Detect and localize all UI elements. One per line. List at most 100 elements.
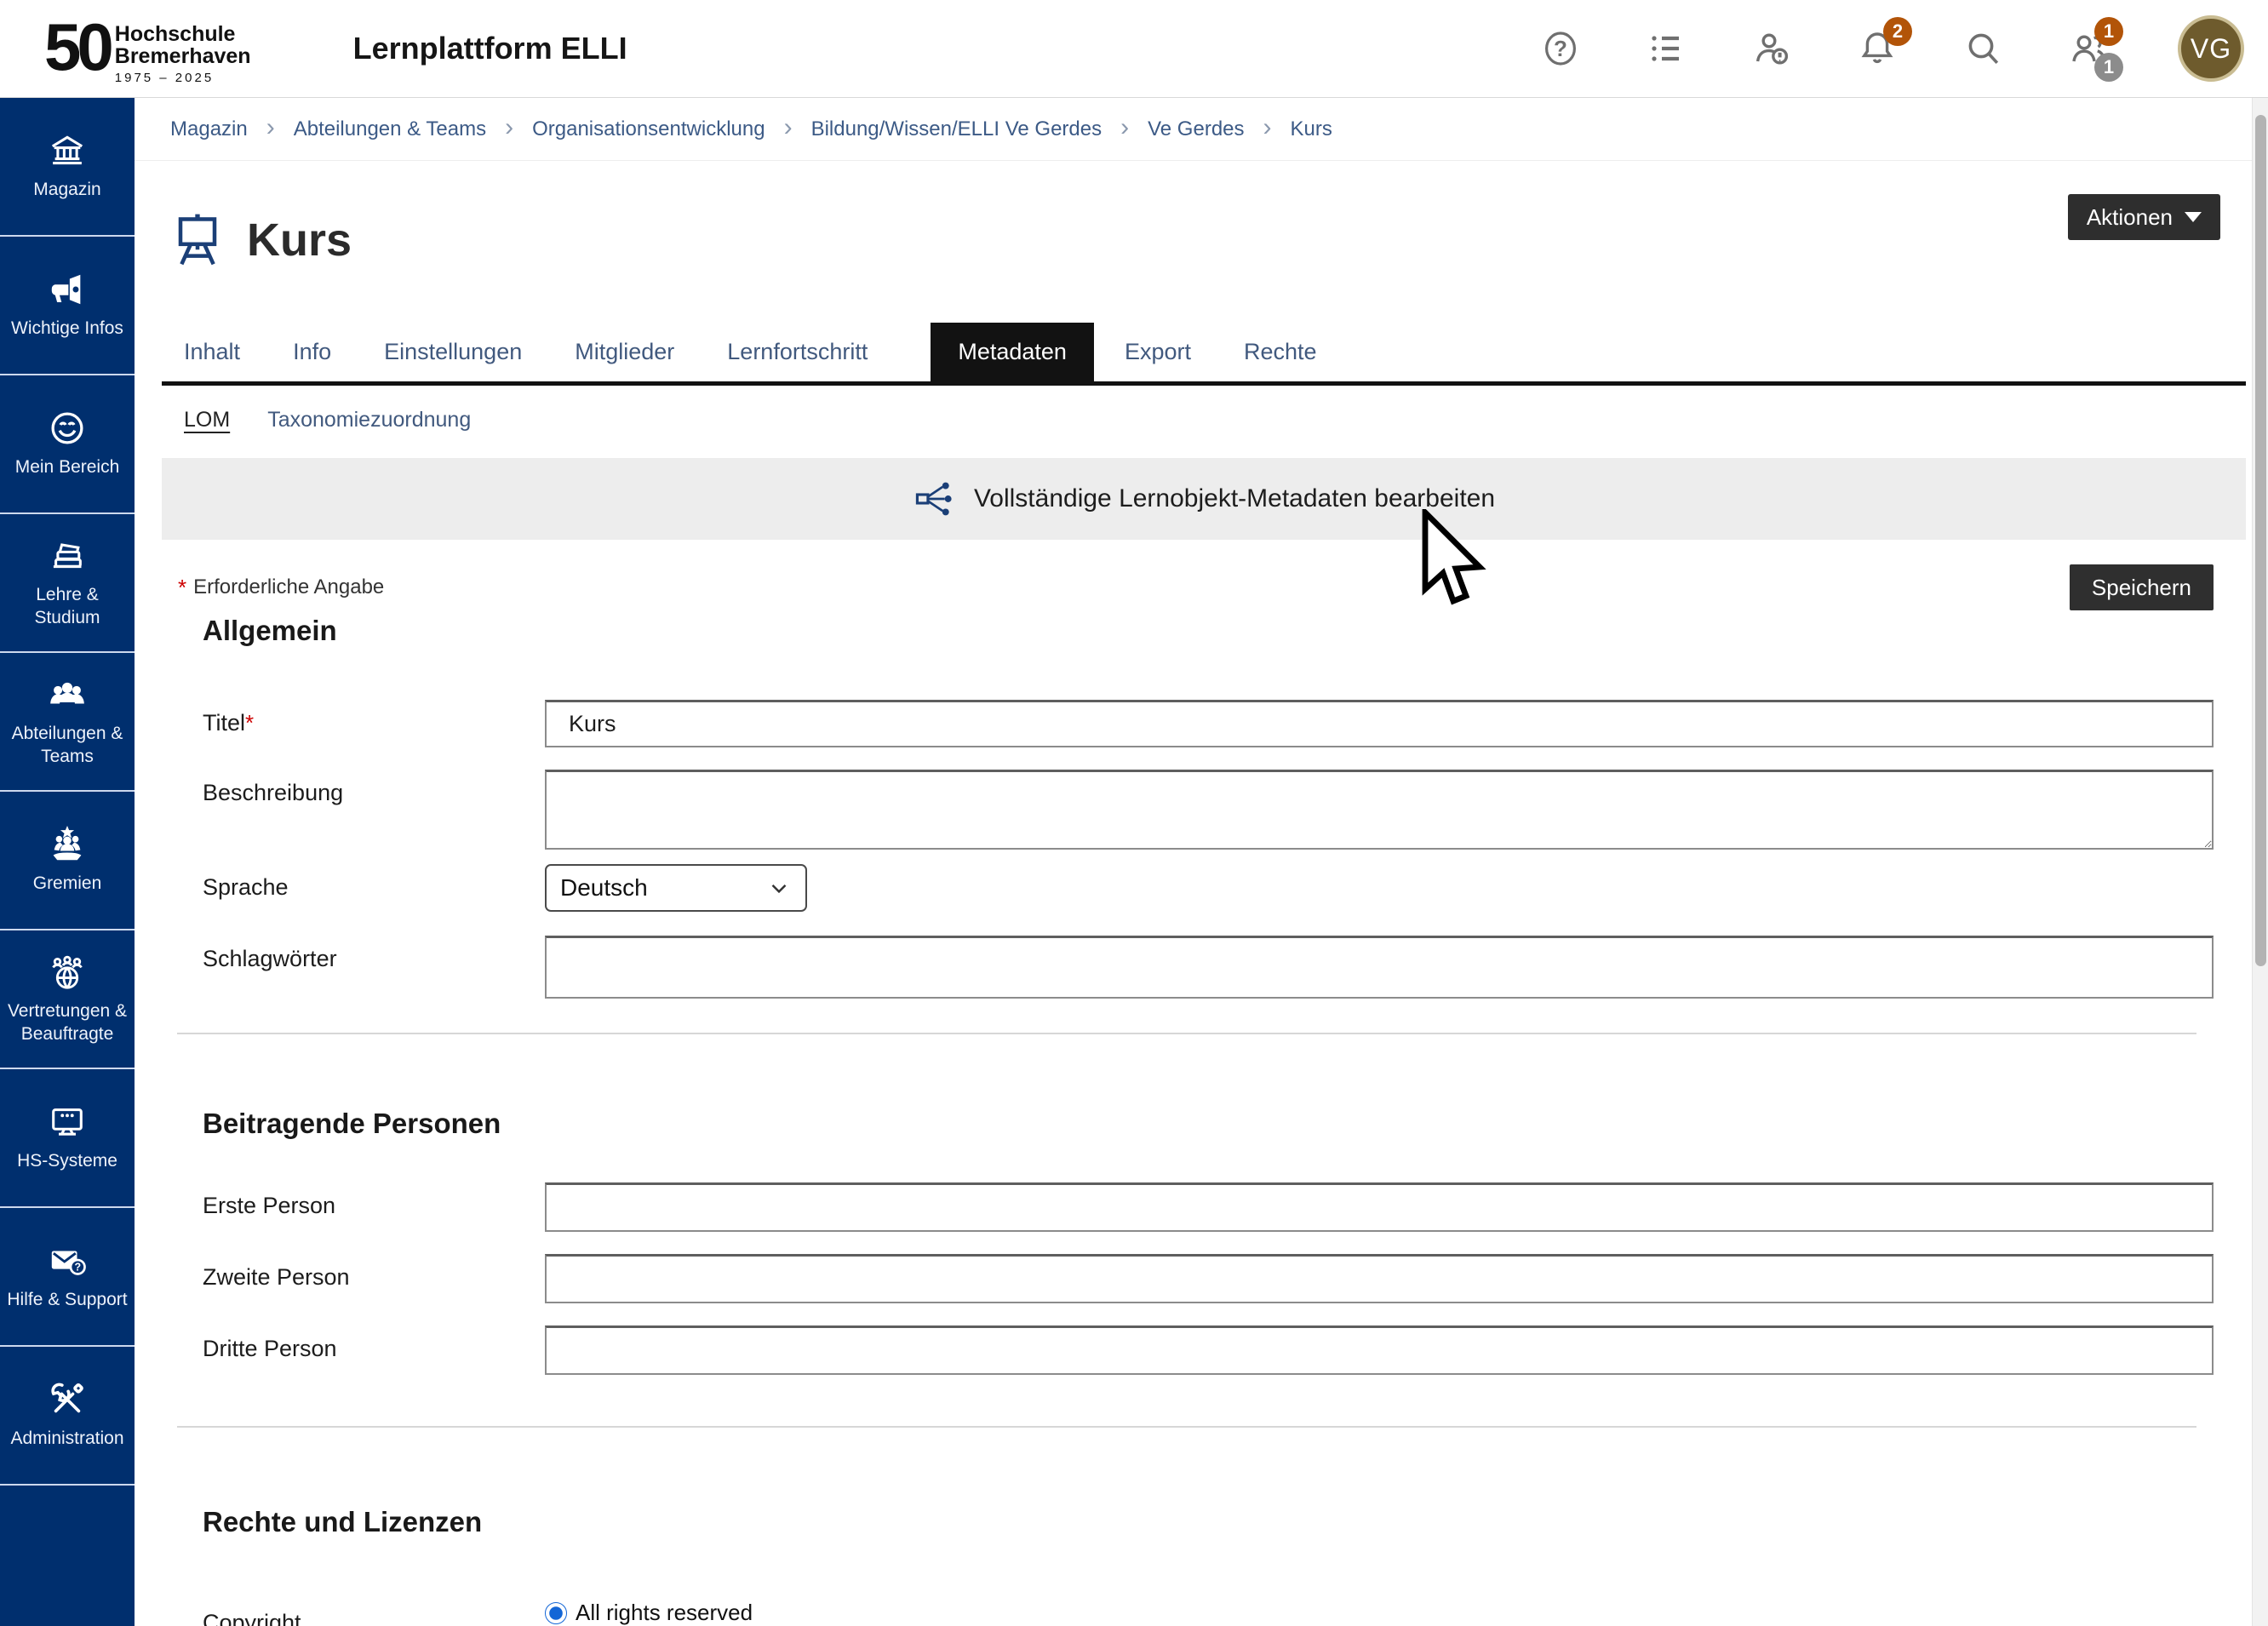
section-divider xyxy=(177,1033,2196,1034)
breadcrumb-item[interactable]: Kurs xyxy=(1291,117,1332,141)
sidebar-item-lehre-studium[interactable]: Lehre & Studium xyxy=(0,514,135,653)
subtab-taxonomiezuordnung[interactable]: Taxonomiezuordnung xyxy=(267,408,471,432)
schlagwoerter-input[interactable] xyxy=(545,936,2214,999)
chevron-right-icon: › xyxy=(505,115,513,140)
erste-person-input[interactable] xyxy=(545,1182,2214,1232)
tab-lernfortschritt[interactable]: Lernfortschritt xyxy=(727,323,868,381)
chevron-down-icon xyxy=(766,875,792,901)
logo-50: 50 xyxy=(44,19,110,75)
megaphone-icon xyxy=(48,270,87,309)
people-group-icon xyxy=(48,675,87,714)
actions-button[interactable]: Aktionen xyxy=(2068,194,2220,240)
sidebar-item-gremien[interactable]: Gremien xyxy=(0,792,135,930)
help-icon[interactable]: ? xyxy=(1539,27,1582,70)
beschreibung-label: Beschreibung xyxy=(203,770,545,854)
committee-icon xyxy=(48,825,87,864)
sidebar-item-hilfe-support[interactable]: ? Hilfe & Support xyxy=(0,1208,135,1347)
app-title: Lernplattform ELLI xyxy=(353,31,627,66)
contacts-icon[interactable]: 1 1 xyxy=(2067,27,2110,70)
chevron-right-icon: › xyxy=(1263,115,1272,140)
titel-label: Titel* xyxy=(203,700,545,747)
titel-input[interactable] xyxy=(545,700,2214,747)
share-nodes-icon xyxy=(913,478,955,520)
logo-name-2: Bremerhaven xyxy=(115,46,251,68)
sidebar-item-label: Lehre & Studium xyxy=(3,584,131,629)
notifications-icon[interactable]: 2 xyxy=(1856,27,1899,70)
tab-mitglieder[interactable]: Mitglieder xyxy=(575,323,674,381)
sidebar-item-administration[interactable]: Administration xyxy=(0,1347,135,1486)
sidebar-item-label: HS-Systeme xyxy=(17,1150,117,1172)
tools-icon xyxy=(48,1380,87,1419)
sidebar-item-label: Hilfe & Support xyxy=(7,1289,127,1311)
monitor-icon xyxy=(48,1102,87,1142)
tab-export[interactable]: Export xyxy=(1125,323,1191,381)
tab-metadaten[interactable]: Metadaten xyxy=(931,323,1094,381)
tab-einstellungen[interactable]: Einstellungen xyxy=(384,323,522,381)
todo-list-icon[interactable] xyxy=(1645,27,1687,70)
svg-text:?: ? xyxy=(74,1262,81,1274)
course-easel-icon xyxy=(170,209,225,272)
form-row-erste-person: Erste Person xyxy=(203,1182,2214,1232)
smiley-icon xyxy=(48,409,87,448)
page-title: Kurs xyxy=(247,214,352,266)
contacts-badge-bottom: 1 xyxy=(2094,53,2123,82)
sidebar-item-vertretungen[interactable]: Vertretungen & Beauftragte xyxy=(0,930,135,1069)
erste-person-label: Erste Person xyxy=(203,1182,545,1232)
screen: 50 Hochschule Bremerhaven 1975 – 2025 Le… xyxy=(0,0,2268,1626)
save-button[interactable]: Speichern xyxy=(2070,564,2214,610)
edit-full-metadata-banner[interactable]: Vollständige Lernobjekt-Metadaten bearbe… xyxy=(162,458,2246,540)
form-row-dritte-person: Dritte Person xyxy=(203,1325,2214,1375)
form-row-titel: Titel* xyxy=(203,700,2214,747)
user-status-icon[interactable] xyxy=(1750,27,1793,70)
sidebar-item-hs-systeme[interactable]: HS-Systeme xyxy=(0,1069,135,1208)
breadcrumb-item[interactable]: Bildung/Wissen/ELLI Ve Gerdes xyxy=(811,117,1102,141)
chevron-right-icon: › xyxy=(266,115,275,140)
contacts-badge-top: 1 xyxy=(2094,17,2123,46)
form-row-sprache: Sprache Deutsch xyxy=(203,864,2214,912)
section-heading-allgemein: Allgemein xyxy=(203,615,2214,647)
sidebar-item-mein-bereich[interactable]: Mein Bereich xyxy=(0,375,135,514)
tab-info[interactable]: Info xyxy=(293,323,331,381)
copyright-radio[interactable] xyxy=(545,1602,567,1624)
subtab-lom[interactable]: LOM xyxy=(184,408,230,432)
university-logo[interactable]: 50 Hochschule Bremerhaven 1975 – 2025 xyxy=(44,12,251,85)
tab-rechte[interactable]: Rechte xyxy=(1244,323,1317,381)
section-divider xyxy=(177,1426,2196,1428)
sidebar-item-label: Mein Bereich xyxy=(15,456,120,478)
logo-years: 1975 – 2025 xyxy=(115,71,251,85)
sidebar-item-magazin[interactable]: Magazin xyxy=(0,98,135,237)
required-marker: * xyxy=(178,575,186,601)
tab-inhalt[interactable]: Inhalt xyxy=(184,323,240,381)
scrollbar-thumb[interactable] xyxy=(2255,115,2266,966)
required-note: Erforderliche Angabe xyxy=(193,575,384,599)
beschreibung-textarea[interactable] xyxy=(545,770,2214,850)
zweite-person-input[interactable] xyxy=(545,1254,2214,1303)
chevron-right-icon: › xyxy=(784,115,793,140)
zweite-person-label: Zweite Person xyxy=(203,1254,545,1303)
vertical-scrollbar[interactable] xyxy=(2252,98,2268,1626)
page-header: Kurs xyxy=(170,183,2252,297)
sidebar-item-label: Gremien xyxy=(33,873,102,895)
copyright-label: Copyright xyxy=(203,1600,545,1626)
form-row-copyright: Copyright All rights reserved xyxy=(203,1600,2214,1626)
breadcrumb-item[interactable]: Magazin xyxy=(170,117,248,141)
avatar[interactable]: VG xyxy=(2178,15,2244,82)
sidebar-item-label: Abteilungen & Teams xyxy=(3,723,131,768)
breadcrumb-item[interactable]: Ve Gerdes xyxy=(1148,117,1244,141)
dritte-person-input[interactable] xyxy=(545,1325,2214,1375)
copyright-radio-row: All rights reserved xyxy=(545,1600,2214,1626)
sprache-select[interactable]: Deutsch xyxy=(545,864,807,912)
sidebar-item-label: Administration xyxy=(10,1428,123,1450)
breadcrumb: Magazin › Abteilungen & Teams › Organisa… xyxy=(135,98,2252,161)
banner-label: Vollständige Lernobjekt-Metadaten bearbe… xyxy=(974,484,1495,513)
section-heading-rechte: Rechte und Lizenzen xyxy=(203,1506,2214,1538)
search-icon[interactable] xyxy=(1962,27,2004,70)
sidebar-item-label: Vertretungen & Beauftragte xyxy=(3,1000,131,1045)
form-row-schlagwoerter: Schlagwörter xyxy=(203,936,2214,999)
breadcrumb-item[interactable]: Abteilungen & Teams xyxy=(294,117,486,141)
chevron-right-icon: › xyxy=(1120,115,1129,140)
form-row-zweite-person: Zweite Person xyxy=(203,1254,2214,1303)
sidebar-item-abteilungen-teams[interactable]: Abteilungen & Teams xyxy=(0,653,135,792)
sidebar-item-wichtige-infos[interactable]: Wichtige Infos xyxy=(0,237,135,375)
breadcrumb-item[interactable]: Organisationsentwicklung xyxy=(532,117,765,141)
